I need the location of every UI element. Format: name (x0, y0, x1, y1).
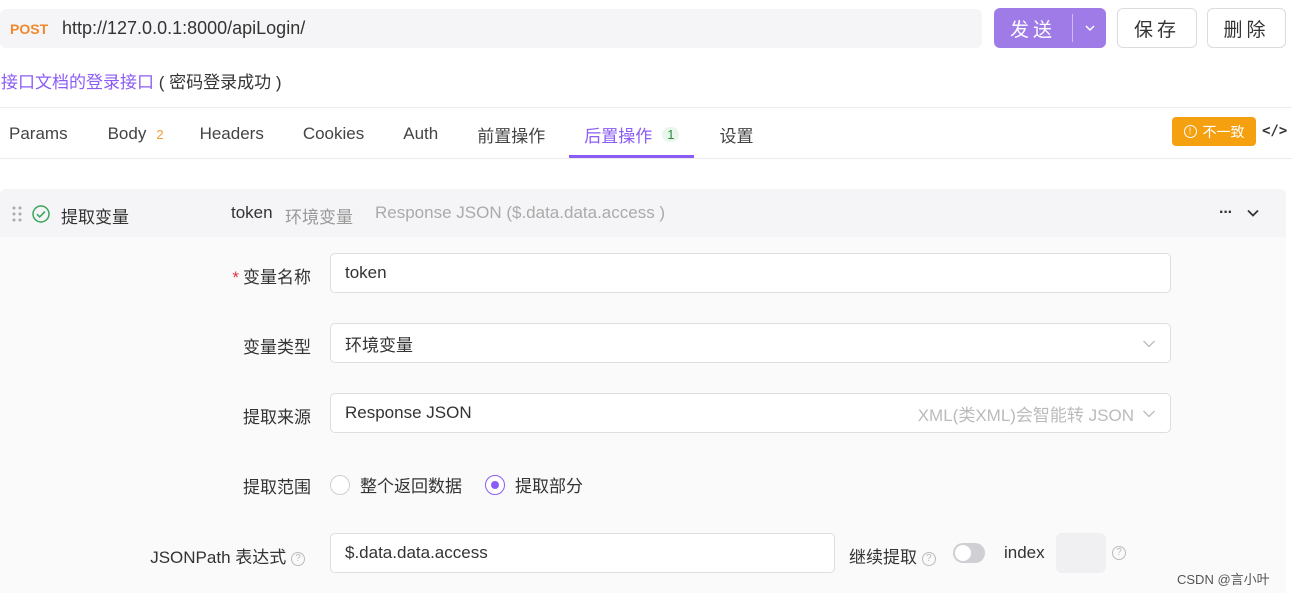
variable-name-input[interactable]: token (330, 253, 1171, 293)
radio-scope-all[interactable]: 整个返回数据 (330, 472, 462, 497)
chevron-down-icon (1143, 340, 1155, 348)
more-options-icon[interactable]: ··· (1219, 204, 1233, 222)
watermark: CSDN @言小叶 (1177, 572, 1270, 587)
enabled-check-icon[interactable] (32, 205, 50, 223)
required-marker: * (232, 268, 239, 287)
continue-extract-text: 继续提取 (849, 548, 917, 567)
tab-label: 前置操作 (477, 126, 546, 146)
variable-name-label: * 变量名称 (220, 263, 311, 288)
jsonpath-input[interactable]: $.data.data.access (330, 533, 835, 573)
tab-label: Body (107, 124, 147, 143)
tab-label: Params (9, 124, 68, 143)
help-icon[interactable]: ? (921, 551, 936, 566)
radio-scope-part[interactable]: 提取部分 (485, 472, 583, 497)
doc-link[interactable]: 接口文档的登录接口 (1, 73, 154, 92)
divider (0, 158, 1292, 159)
tab-settings[interactable]: 设置 (719, 110, 753, 158)
send-button[interactable]: 发送 (994, 8, 1072, 48)
continue-extract-toggle[interactable] (953, 543, 985, 563)
index-input[interactable] (1056, 533, 1106, 573)
toggle-knob (955, 545, 971, 561)
variable-type-select[interactable]: 环境变量 (330, 323, 1171, 363)
tab-cookies[interactable]: Cookies (303, 110, 364, 158)
url-bar[interactable]: POST http://127.0.0.1:8000/apiLogin/ (0, 9, 982, 48)
inconsistent-label: 不一致 (1202, 123, 1245, 140)
continue-extract-label: 继续提取 ? (849, 543, 936, 568)
summary-type: 环境变量 (285, 208, 353, 227)
index-label: index (1004, 543, 1045, 562)
variable-type-value: 环境变量 (345, 335, 413, 355)
variable-name-value: token (345, 263, 387, 282)
extract-source-value: Response JSON (345, 403, 472, 422)
radio-label: 整个返回数据 (360, 477, 462, 496)
inconsistent-badge[interactable]: ! 不一致 (1172, 117, 1256, 146)
radio-circle (330, 474, 350, 495)
tab-auth[interactable]: Auth (403, 110, 438, 158)
extract-source-select[interactable]: Response JSON XML(类XML)会智能转 JSON (330, 393, 1171, 433)
variable-type-label: 变量类型 (243, 338, 311, 357)
chevron-down-icon (1143, 410, 1155, 418)
radio-circle (485, 474, 505, 495)
url-input[interactable]: http://127.0.0.1:8000/apiLogin/ (62, 18, 305, 39)
drag-handle-icon[interactable] (12, 206, 22, 222)
radio-label: 提取部分 (515, 477, 583, 496)
delete-button[interactable]: 删除 (1207, 8, 1286, 48)
jsonpath-label-text: JSONPath 表达式 (150, 548, 287, 567)
tab-label: 后置操作 (584, 126, 653, 146)
tab-body[interactable]: Body 2 (108, 110, 164, 158)
chevron-down-icon[interactable] (1246, 206, 1260, 220)
code-icon[interactable]: </> (1262, 123, 1287, 139)
jsonpath-label: JSONPath 表达式 ? (120, 543, 305, 568)
summary-source: Response JSON ($.data.data.access ) (375, 203, 666, 222)
info-icon: ! (1183, 125, 1197, 138)
extract-panel-title: 提取变量 (61, 208, 129, 227)
request-tabs: Params Body 2 Headers Cookies Auth 前置操作 后… (0, 110, 753, 158)
divider (0, 107, 1292, 108)
variable-name-label-text: 变量名称 (243, 268, 311, 287)
send-dropdown-button[interactable] (1073, 8, 1106, 48)
tab-pre-operations[interactable]: 前置操作 (477, 110, 545, 158)
tab-label: Cookies (302, 124, 365, 143)
tab-label: 设置 (719, 126, 754, 146)
tab-count-badge: 2 (156, 126, 164, 142)
extract-scope-label: 提取范围 (243, 478, 311, 497)
tab-label: Headers (199, 124, 264, 143)
method-selector[interactable]: POST (10, 21, 62, 37)
tab-headers[interactable]: Headers (200, 110, 264, 158)
tab-post-operations[interactable]: 后置操作 1 (569, 110, 695, 158)
doc-case-status: ( 密码登录成功 ) (158, 73, 282, 92)
summary-variable: token (231, 203, 273, 222)
send-button-group[interactable]: 发送 (994, 8, 1106, 48)
help-icon[interactable]: ? (1112, 546, 1126, 560)
tab-params[interactable]: Params (9, 110, 68, 158)
tab-label: Auth (403, 124, 439, 143)
jsonpath-value: $.data.data.access (345, 543, 488, 562)
tab-count-badge: 1 (662, 126, 680, 142)
save-button[interactable]: 保存 (1117, 8, 1197, 48)
extract-source-label: 提取来源 (243, 408, 311, 427)
chevron-down-icon (1084, 25, 1095, 31)
help-icon[interactable]: ? (291, 551, 305, 566)
doc-link-row: 接口文档的登录接口 ( 密码登录成功 ) (1, 68, 282, 93)
extract-source-hint: XML(类XML)会智能转 JSON (917, 405, 1134, 425)
